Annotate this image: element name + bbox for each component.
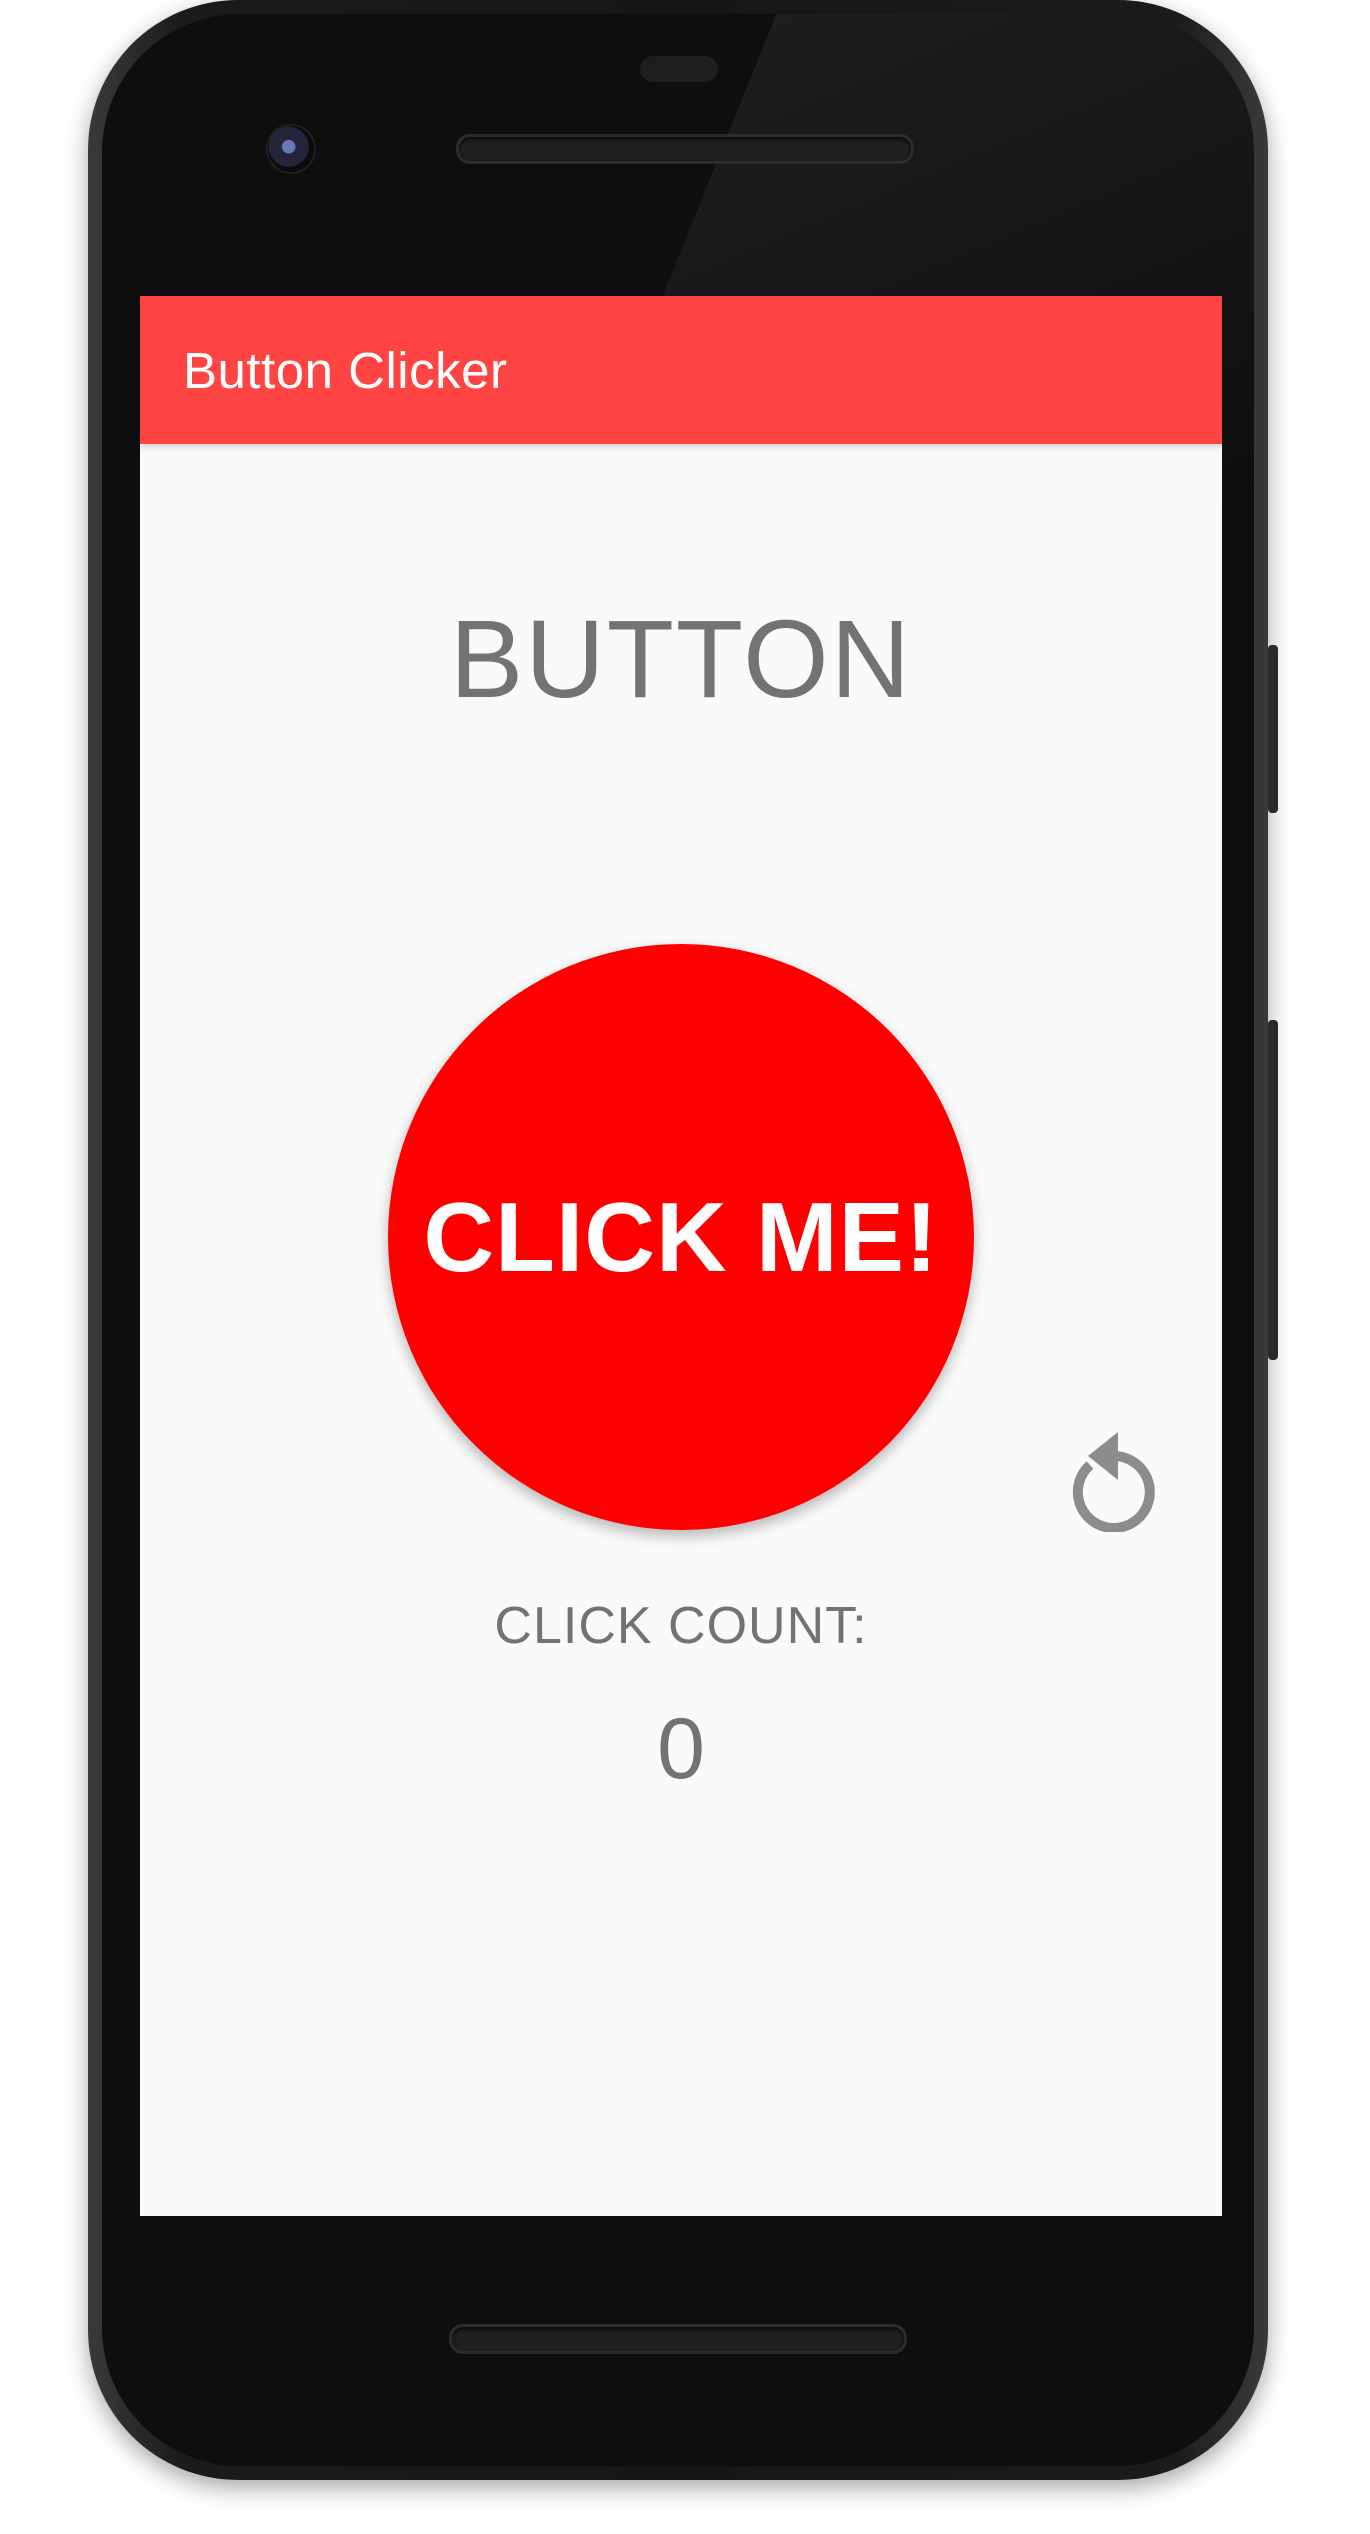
app-screen: Button Clicker BUTTON CLICK ME! CLICK CO… (140, 296, 1222, 2216)
reset-button[interactable] (1060, 1412, 1168, 1533)
volume-button (1268, 1020, 1278, 1360)
button-heading: BUTTON (449, 598, 913, 721)
app-title: Button Clicker (183, 342, 508, 399)
refresh-icon (1072, 1432, 1155, 1533)
click-count-label: CLICK COUNT: (494, 1597, 868, 1655)
earpiece-speaker (456, 134, 914, 164)
power-button (1268, 645, 1278, 813)
click-me-button[interactable]: CLICK ME! (388, 944, 974, 1530)
click-count-value: 0 (657, 1701, 705, 1797)
front-camera (266, 124, 316, 174)
bottom-speaker (449, 2324, 907, 2354)
click-me-label: CLICK ME! (423, 1181, 939, 1292)
proximity-sensor (640, 56, 718, 82)
app-bar: Button Clicker (140, 296, 1222, 444)
